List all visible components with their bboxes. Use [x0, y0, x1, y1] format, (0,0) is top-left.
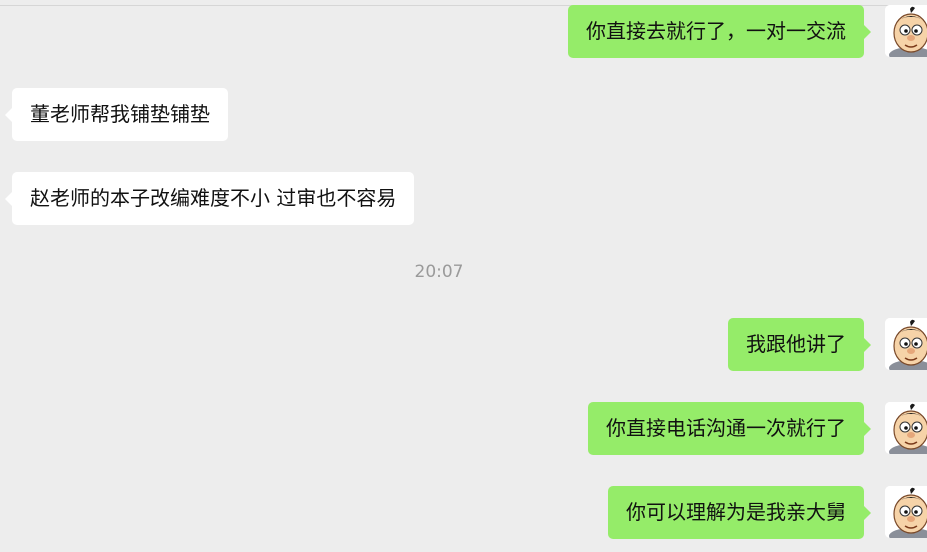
message-text: 我跟他讲了 — [746, 332, 846, 356]
message-bubble-incoming[interactable]: 赵老师的本子改编难度不小 过审也不容易 — [4, 172, 415, 225]
message-bubble-outgoing[interactable]: 你直接电话沟通一次就行了 — [588, 402, 871, 455]
message-bubble-outgoing[interactable]: 我跟他讲了 — [728, 318, 871, 371]
message-text: 董老师帮我铺垫铺垫 — [30, 102, 210, 126]
chat-window: 你直接去就行了，一对一交流 董老师帮我铺垫铺垫 赵老师的本子改编难度不小 过审也… — [0, 0, 927, 552]
message-text: 你直接电话沟通一次就行了 — [606, 416, 846, 440]
message-text: 你直接去就行了，一对一交流 — [586, 19, 846, 43]
message-text: 赵老师的本子改编难度不小 过审也不容易 — [30, 186, 397, 210]
message-text: 你可以理解为是我亲大舅 — [626, 500, 846, 524]
cartoon-boy-avatar-icon[interactable] — [885, 402, 927, 454]
cartoon-boy-avatar-icon[interactable] — [885, 318, 927, 370]
cartoon-boy-avatar-icon[interactable] — [885, 486, 927, 538]
message-timestamp: 20:07 — [414, 262, 464, 282]
message-bubble-outgoing[interactable]: 你直接去就行了，一对一交流 — [568, 5, 871, 58]
message-bubble-incoming[interactable]: 董老师帮我铺垫铺垫 — [5, 88, 228, 141]
message-bubble-outgoing[interactable]: 你可以理解为是我亲大舅 — [608, 486, 871, 539]
cartoon-boy-avatar-icon[interactable] — [885, 5, 927, 57]
